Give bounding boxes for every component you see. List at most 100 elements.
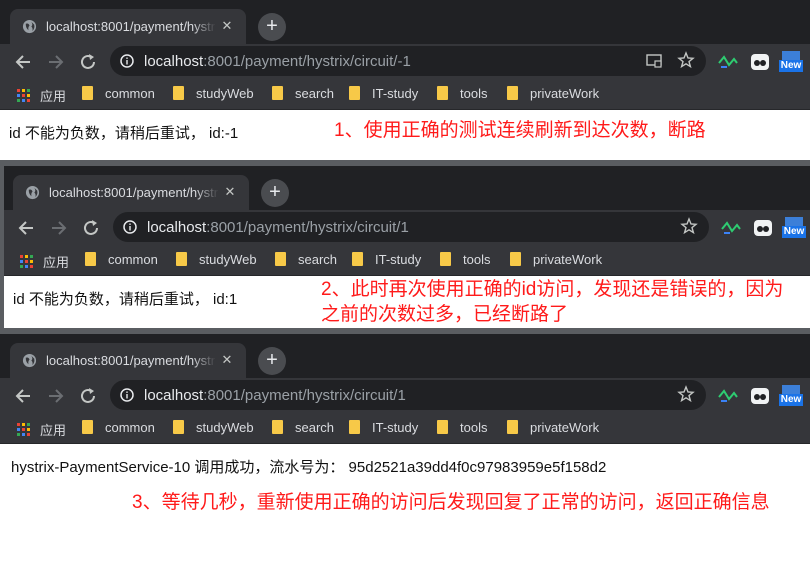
star-icon[interactable]	[677, 385, 695, 403]
close-icon[interactable]: ✕	[218, 17, 236, 35]
folder-icon	[176, 252, 187, 266]
url-text: localhost:8001/payment/hystrix/circuit/1	[147, 219, 409, 236]
glasses-icon[interactable]	[752, 217, 774, 239]
folder-icon	[507, 86, 518, 100]
globe-icon	[25, 185, 40, 200]
new-badge-label: New	[779, 60, 803, 72]
browser-tab[interactable]: localhost:8001/payment/hystrix/circuit/1…	[10, 343, 246, 378]
green-wave-icon[interactable]	[717, 385, 739, 407]
tab-strip: localhost:8001/payment/hystrix/circuit/1…	[0, 334, 810, 378]
bookmark-search[interactable]: search	[272, 420, 334, 438]
back-arrow-icon[interactable]	[15, 217, 37, 239]
folder-icon	[82, 86, 93, 100]
bookmark-studyweb[interactable]: studyWeb	[176, 252, 257, 270]
plus-icon[interactable]: +	[258, 347, 286, 375]
address-bar[interactable]: localhost:8001/payment/hystrix/circuit/1	[113, 212, 709, 242]
browser-chrome: localhost:8001/payment/hystrix/circuit/1…	[0, 334, 810, 444]
browser-window-2: localhost:8001/payment/hystrix/circuit/1…	[4, 166, 810, 328]
back-arrow-icon[interactable]	[12, 51, 34, 73]
bookmark-label: studyWeb	[199, 252, 257, 267]
bookmark-privatework[interactable]: privateWork	[507, 420, 599, 438]
bookmark-label: IT-study	[372, 86, 419, 101]
forward-arrow-icon[interactable]	[45, 51, 67, 73]
folder-icon	[272, 86, 283, 100]
browser-tab[interactable]: localhost:8001/payment/hystrix/circuit/-…	[10, 9, 246, 44]
bookmark-tools[interactable]: tools	[437, 86, 487, 104]
close-icon[interactable]: ✕	[221, 183, 239, 201]
forward-arrow-icon[interactable]	[45, 385, 67, 407]
folder-icon	[507, 420, 518, 434]
bookmark-it-study[interactable]: IT-study	[352, 252, 421, 270]
new-badge-icon[interactable]: New	[782, 217, 806, 239]
folder-icon	[349, 86, 360, 100]
page-content: id 不能为负数，请稍后重试， id:1 2、此时再次使用正确的id访问，发现还…	[4, 276, 810, 328]
glasses-icon[interactable]	[749, 385, 771, 407]
url-host: localhost	[147, 219, 207, 236]
star-icon[interactable]	[677, 51, 695, 69]
response-text: hystrix-PaymentService-10 调用成功，流水号为： 95d…	[11, 459, 607, 476]
folder-icon	[275, 252, 286, 266]
bookmark-apps[interactable]: 应用	[17, 86, 66, 104]
address-bar[interactable]: localhost:8001/payment/hystrix/circuit/-…	[110, 46, 706, 76]
info-icon[interactable]	[120, 54, 134, 68]
bookmark-studyweb[interactable]: studyWeb	[173, 86, 254, 104]
new-badge-icon[interactable]: New	[779, 51, 803, 73]
bookmark-label: studyWeb	[196, 86, 254, 101]
bookmark-common[interactable]: common	[82, 86, 155, 104]
folder-icon	[440, 252, 451, 266]
reload-icon[interactable]	[77, 51, 99, 73]
globe-icon	[22, 19, 37, 34]
bookmark-it-study[interactable]: IT-study	[349, 86, 418, 104]
bookmark-label: search	[295, 420, 335, 435]
bookmark-label: common	[105, 86, 155, 101]
info-icon[interactable]	[120, 388, 134, 402]
glasses-icon[interactable]	[749, 51, 771, 73]
bookmark-label: tools	[460, 86, 488, 101]
folder-icon	[437, 86, 448, 100]
toolbar: localhost:8001/payment/hystrix/circuit/1…	[4, 210, 810, 246]
browser-tab[interactable]: localhost:8001/payment/hystrix/circuit/1…	[13, 175, 249, 210]
new-badge-label: New	[782, 226, 806, 238]
bookmark-common[interactable]: common	[85, 252, 158, 270]
green-wave-icon[interactable]	[717, 51, 739, 73]
page-content: hystrix-PaymentService-10 调用成功，流水号为： 95d…	[0, 444, 810, 581]
cast-icon[interactable]	[646, 54, 662, 68]
bookmark-apps[interactable]: 应用	[20, 252, 69, 270]
back-arrow-icon[interactable]	[12, 385, 34, 407]
url-path: :8001/payment/hystrix/circuit/-1	[203, 53, 411, 70]
forward-arrow-icon[interactable]	[48, 217, 70, 239]
bookmark-tools[interactable]: tools	[437, 420, 487, 438]
bookmark-label: 应用	[40, 423, 67, 438]
bookmarks-bar: 应用 common studyWeb search IT-study tools…	[0, 80, 810, 110]
bookmark-label: tools	[463, 252, 491, 267]
new-badge-icon[interactable]: New	[779, 385, 803, 407]
bookmark-search[interactable]: search	[275, 252, 337, 270]
folder-icon	[85, 252, 96, 266]
browser-chrome: localhost:8001/payment/hystrix/circuit/1…	[4, 166, 810, 276]
info-icon[interactable]	[123, 220, 137, 234]
toolbar: localhost:8001/payment/hystrix/circuit/1…	[0, 378, 810, 414]
bookmark-label: IT-study	[375, 252, 422, 267]
toolbar: localhost:8001/payment/hystrix/circuit/-…	[0, 44, 810, 80]
browser-window-1: localhost:8001/payment/hystrix/circuit/-…	[0, 0, 810, 160]
reload-icon[interactable]	[80, 217, 102, 239]
bookmark-apps[interactable]: 应用	[17, 420, 66, 438]
browser-chrome: localhost:8001/payment/hystrix/circuit/-…	[0, 0, 810, 110]
bookmark-tools[interactable]: tools	[440, 252, 490, 270]
bookmark-label: tools	[460, 420, 488, 435]
bookmark-search[interactable]: search	[272, 86, 334, 104]
bookmark-privatework[interactable]: privateWork	[507, 86, 599, 104]
green-wave-icon[interactable]	[720, 217, 742, 239]
star-icon[interactable]	[680, 217, 698, 235]
browser-window-3: localhost:8001/payment/hystrix/circuit/1…	[0, 334, 810, 581]
reload-icon[interactable]	[77, 385, 99, 407]
bookmark-studyweb[interactable]: studyWeb	[173, 420, 254, 438]
bookmark-common[interactable]: common	[82, 420, 155, 438]
plus-icon[interactable]: +	[258, 13, 286, 41]
bookmark-it-study[interactable]: IT-study	[349, 420, 418, 438]
plus-icon[interactable]: +	[261, 179, 289, 207]
response-text: id 不能为负数，请稍后重试， id:1	[13, 291, 238, 308]
bookmark-privatework[interactable]: privateWork	[510, 252, 602, 270]
address-bar[interactable]: localhost:8001/payment/hystrix/circuit/1	[110, 380, 706, 410]
close-icon[interactable]: ✕	[218, 351, 236, 369]
